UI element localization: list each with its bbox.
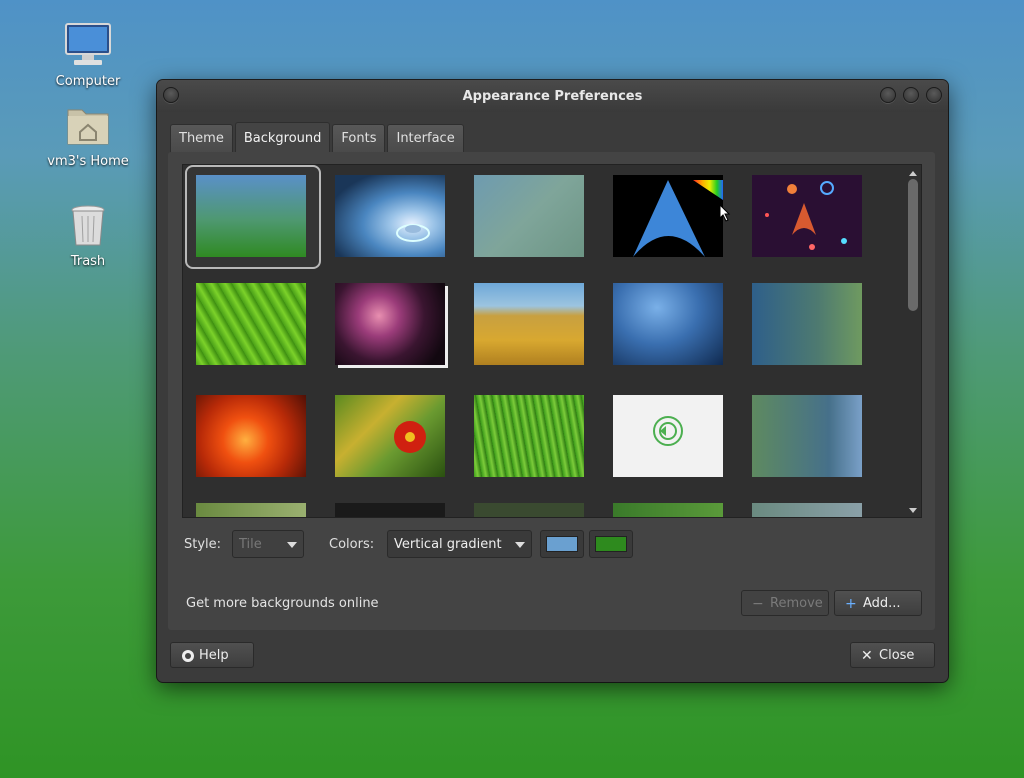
close-button[interactable]: ✕ Close [850, 642, 935, 668]
desktop-icon-label: Computer [55, 74, 121, 89]
plus-icon: + [845, 596, 857, 612]
colors-combobox[interactable]: Vertical gradient [387, 530, 532, 558]
style-colors-row: Style: Tile Colors: Vertical gradient [182, 530, 922, 560]
scrollbar-thumb[interactable] [908, 179, 918, 311]
scroll-down-arrow-icon[interactable] [909, 508, 917, 513]
wallpaper-thumbnail[interactable] [613, 503, 723, 517]
desktop-icon-home[interactable]: vm3's Home [43, 100, 133, 169]
desktop-icon-label: vm3's Home [47, 154, 129, 169]
close-button-label: Close [879, 648, 915, 663]
wallpaper-thumbnail[interactable] [335, 503, 445, 517]
wallpaper-thumbnail[interactable] [335, 283, 445, 365]
secondary-color-button[interactable] [589, 530, 633, 558]
desktop-icon-computer[interactable]: Computer [43, 20, 133, 89]
mouse-cursor-icon [719, 204, 731, 222]
wallpaper-thumbnail[interactable] [613, 395, 723, 477]
remove-button-label: Remove [770, 596, 823, 611]
style-label: Style: [184, 537, 222, 552]
colors-value: Vertical gradient [394, 537, 502, 552]
trash-icon [62, 200, 114, 252]
minus-icon: − [752, 596, 764, 612]
close-window-button[interactable] [926, 87, 942, 103]
remove-button[interactable]: − Remove [741, 590, 829, 616]
appearance-preferences-window: Appearance Preferences Theme Background … [157, 80, 948, 682]
style-combobox[interactable]: Tile [232, 530, 304, 558]
tab-fonts[interactable]: Fonts [332, 124, 386, 153]
wallpaper-thumbnail[interactable] [335, 175, 445, 257]
window-titlebar[interactable]: Appearance Preferences [157, 80, 948, 112]
wallpaper-thumbnail[interactable] [196, 175, 306, 257]
dropdown-arrow-icon [287, 542, 297, 548]
wallpaper-thumbnail[interactable] [752, 503, 862, 517]
window-title: Appearance Preferences [462, 89, 643, 104]
scroll-up-arrow-icon[interactable] [909, 171, 917, 176]
help-lifebuoy-icon [181, 643, 195, 672]
wallpaper-thumbnail[interactable] [335, 395, 445, 477]
wallpaper-thumbnail[interactable] [196, 395, 306, 477]
wallpaper-thumbnail[interactable] [752, 175, 862, 257]
home-folder-icon [62, 100, 114, 152]
colors-label: Colors: [329, 537, 375, 552]
wallpaper-thumbnail[interactable] [474, 175, 584, 257]
wallpaper-thumbnail[interactable] [474, 503, 584, 517]
wallpaper-thumbnail[interactable] [196, 283, 306, 365]
add-button-label: Add... [863, 596, 901, 611]
wallpaper-thumbnail[interactable] [474, 283, 584, 365]
dropdown-arrow-icon [515, 542, 525, 548]
help-button[interactable]: Help [170, 642, 254, 668]
maximize-button[interactable] [903, 87, 919, 103]
wallpaper-thumbnail[interactable] [474, 395, 584, 477]
add-button[interactable]: + Add... [834, 590, 922, 616]
wallpaper-thumbnail[interactable] [752, 283, 862, 365]
get-more-backgrounds-link[interactable]: Get more backgrounds online [186, 596, 379, 611]
gallery-scrollbar[interactable] [907, 169, 919, 513]
secondary-color-swatch [595, 536, 627, 552]
tab-theme[interactable]: Theme [170, 124, 233, 153]
help-button-label: Help [199, 648, 229, 663]
primary-color-swatch [546, 536, 578, 552]
tab-interface[interactable]: Interface [387, 124, 464, 153]
background-tab-panel: Style: Tile Colors: Vertical gradient Ge… [168, 152, 935, 630]
wallpaper-thumbnail[interactable] [196, 503, 306, 517]
tab-bar: Theme Background Fonts Interface [170, 122, 466, 154]
desktop-icon-label: Trash [70, 254, 106, 269]
wallpaper-gallery[interactable] [182, 164, 922, 518]
desktop-icon-trash[interactable]: Trash [43, 200, 133, 269]
wallpaper-thumbnail[interactable] [752, 395, 862, 477]
wallpaper-thumbnail[interactable] [613, 175, 723, 257]
primary-color-button[interactable] [540, 530, 584, 558]
tab-background[interactable]: Background [234, 122, 331, 154]
computer-icon [62, 20, 114, 72]
minimize-button[interactable] [880, 87, 896, 103]
style-value: Tile [239, 537, 262, 552]
wallpaper-thumbnail[interactable] [613, 283, 723, 365]
close-x-icon: ✕ [861, 648, 873, 664]
